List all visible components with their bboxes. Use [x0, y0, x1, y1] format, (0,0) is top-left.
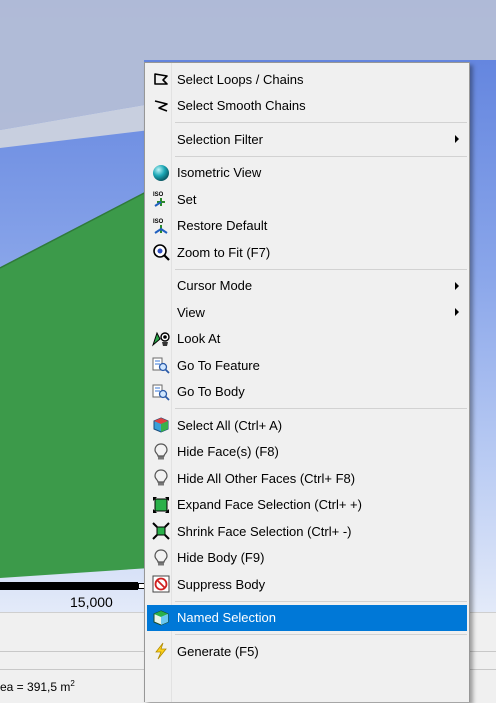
- menu-item-label: Hide Body (F9): [177, 550, 265, 566]
- iso-set-icon: ISO: [147, 186, 175, 212]
- menu-item-restore-default[interactable]: ISO Restore Default: [147, 213, 467, 240]
- scale-ruler: 15,000: [0, 578, 150, 612]
- bulb-icon: [147, 439, 175, 465]
- model-green-face: [0, 190, 150, 578]
- menu-item-label: Go To Feature: [177, 357, 260, 373]
- select-all-icon: [147, 412, 175, 438]
- menu-item-label: Zoom to Fit (F7): [177, 244, 271, 260]
- suppress-body-icon: [147, 571, 175, 597]
- menu-item-cursor-mode[interactable]: Cursor Mode: [147, 273, 467, 300]
- menu-item-label: View: [177, 304, 205, 320]
- menu-item-view[interactable]: View: [147, 299, 467, 326]
- menu-item-look-at[interactable]: Look At: [147, 326, 467, 353]
- bulb-icon: [147, 465, 175, 491]
- menu-item-label: Look At: [177, 331, 221, 347]
- menu-item-label: Select Smooth Chains: [177, 98, 306, 114]
- menu-item-generate[interactable]: Generate (F5): [147, 638, 467, 665]
- menu-item-shrink-face-selection[interactable]: Shrink Face Selection (Ctrl+ -): [147, 518, 467, 545]
- go-to-feature-icon: [147, 352, 175, 378]
- menu-separator: [175, 122, 467, 123]
- menu-item-select-loops-chains[interactable]: Select Loops / Chains: [147, 66, 467, 93]
- menu-item-go-to-feature[interactable]: Go To Feature: [147, 352, 467, 379]
- menu-item-go-to-body[interactable]: Go To Body: [147, 379, 467, 406]
- menu-separator: [175, 634, 467, 635]
- menu-separator: [175, 600, 467, 602]
- menu-item-hide-body[interactable]: Hide Body (F9): [147, 545, 467, 572]
- menu-item-label: Shrink Face Selection (Ctrl+ -): [177, 523, 352, 539]
- menu-item-label: Go To Body: [177, 384, 245, 400]
- menu-item-label: Cursor Mode: [177, 278, 253, 294]
- menu-item-named-selection[interactable]: Named Selection: [147, 604, 467, 631]
- iso-restore-icon: ISO: [147, 213, 175, 239]
- sphere-icon: [147, 160, 175, 186]
- menu-item-expand-face-selection[interactable]: Expand Face Selection (Ctrl+ +): [147, 492, 467, 519]
- status-area-value: ea = 391,5 m: [0, 680, 71, 694]
- submenu-arrow-icon: [455, 308, 459, 317]
- menu-item-zoom-to-fit[interactable]: Zoom to Fit (F7): [147, 239, 467, 266]
- menu-separator: [175, 268, 467, 270]
- status-area-readout: ea = 391,5 m2: [0, 679, 75, 694]
- menu-item-hide-faces[interactable]: Hide Face(s) (F8): [147, 439, 467, 466]
- bulb-icon: [147, 545, 175, 571]
- zoom-fit-icon: [147, 239, 175, 265]
- submenu-arrow-icon: [455, 135, 459, 144]
- menu-separator: [175, 408, 467, 409]
- menu-item-select-all[interactable]: Select All (Ctrl+ A): [147, 412, 467, 439]
- menu-item-selection-filter[interactable]: Selection Filter: [147, 126, 467, 153]
- shrink-selection-icon: [147, 518, 175, 544]
- scale-bar: [0, 582, 146, 590]
- svg-text:ISO: ISO: [153, 219, 164, 225]
- loop-chain-icon: [147, 66, 175, 92]
- menu-item-label: Selection Filter: [177, 131, 263, 147]
- menu-item-label: Expand Face Selection (Ctrl+ +): [177, 497, 362, 513]
- context-menu: Select Loops / Chains Select Smooth Chai…: [144, 62, 470, 702]
- menu-item-label: Set: [177, 191, 197, 207]
- scale-label: 15,000: [70, 594, 113, 610]
- menu-item-set[interactable]: ISO Set: [147, 186, 467, 213]
- named-selection-icon: [147, 605, 175, 631]
- svg-text:ISO: ISO: [153, 192, 164, 198]
- look-at-icon: [147, 326, 175, 352]
- menu-item-label: Named Selection: [177, 610, 276, 626]
- submenu-arrow-icon: [455, 281, 459, 290]
- lightning-icon: [147, 638, 175, 664]
- menu-item-label: Isometric View: [177, 165, 262, 181]
- menu-separator: [175, 155, 467, 157]
- expand-selection-icon: [147, 492, 175, 518]
- menu-item-isometric-view[interactable]: Isometric View: [147, 160, 467, 187]
- menu-item-label: Hide Face(s) (F8): [177, 444, 279, 460]
- menu-item-suppress-body[interactable]: Suppress Body: [147, 571, 467, 598]
- go-to-body-icon: [147, 379, 175, 405]
- menu-item-label: Select Loops / Chains: [177, 71, 304, 87]
- menu-item-label: Hide All Other Faces (Ctrl+ F8): [177, 470, 356, 486]
- menu-item-label: Generate (F5): [177, 643, 259, 659]
- menu-item-label: Suppress Body: [177, 576, 266, 592]
- menu-item-hide-all-other-faces[interactable]: Hide All Other Faces (Ctrl+ F8): [147, 465, 467, 492]
- menu-item-select-smooth-chains[interactable]: Select Smooth Chains: [147, 93, 467, 120]
- smooth-chain-icon: [147, 93, 175, 119]
- menu-item-label: Restore Default: [177, 218, 268, 234]
- menu-item-label: Select All (Ctrl+ A): [177, 417, 283, 433]
- status-area-unit-exponent: 2: [70, 679, 75, 688]
